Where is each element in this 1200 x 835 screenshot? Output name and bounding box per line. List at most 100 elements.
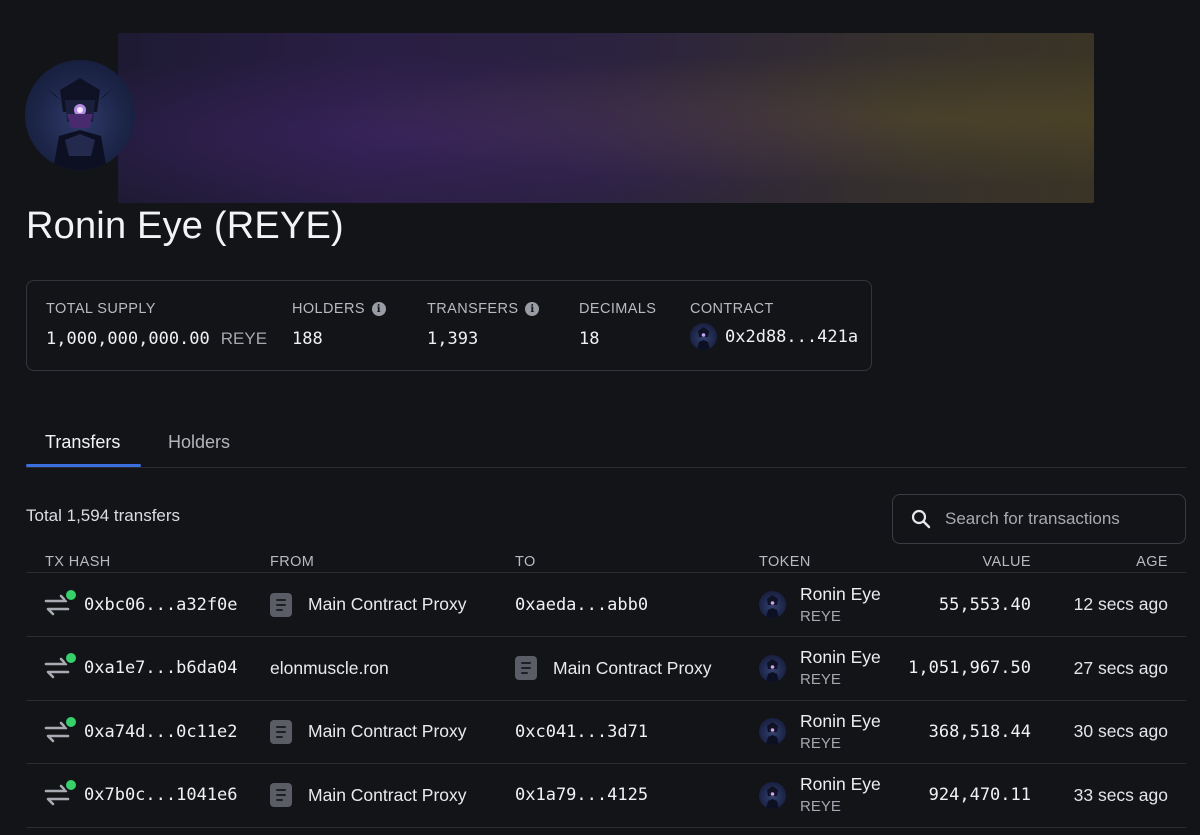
token-avatar-small (759, 654, 786, 682)
header-token: TOKEN (759, 554, 811, 570)
search-icon (911, 509, 931, 529)
token-symbol: REYE (800, 798, 841, 815)
from-address-link[interactable]: elonmuscle.ron (270, 658, 389, 679)
stat-label: HOLDERS (292, 301, 365, 317)
tx-hash-link[interactable]: 0xa1e7...b6da04 (84, 658, 238, 678)
tx-hash-link[interactable]: 0x7b0c...1041e6 (84, 785, 238, 805)
token-symbol: REYE (800, 734, 841, 752)
table-row[interactable]: 0x7b0c...1041e6 Main Contract Proxy 0x1a79… (26, 764, 1186, 828)
stat-label: CONTRACT (690, 301, 774, 317)
token-name: Ronin Eye (800, 710, 881, 731)
tab-transfers[interactable]: Transfers (45, 432, 120, 453)
cell-tx-hash: 0xa1e7...b6da04 (26, 637, 238, 700)
success-status-dot (64, 714, 78, 729)
success-status-dot (64, 651, 78, 665)
transfer-icon (44, 587, 78, 616)
token-symbol: REYE (800, 671, 841, 688)
contract-address-link[interactable]: 0x2d88...421a (725, 327, 858, 347)
table-row[interactable]: 0xa74d...0c11e2 Main Contract Proxy 0xc041… (26, 700, 1186, 764)
token-page: Ronin Eye (REYE) TOTAL SUPPLY 1,000,000,… (0, 0, 1200, 835)
to-address-link[interactable]: 0xc041...3d71 (515, 722, 648, 742)
stat-transfers: TRANSFERS i 1,393 (427, 301, 540, 349)
header-tx-hash: TX HASH (45, 554, 111, 570)
token-avatar-small (759, 781, 786, 809)
tab-holders[interactable]: Holders (168, 432, 230, 453)
cell-value: 368,518.44 (928, 721, 1031, 742)
tx-hash-link[interactable]: 0xa74d...0c11e2 (84, 722, 238, 742)
search-input[interactable] (943, 508, 1167, 530)
stat-label: DECIMALS (579, 301, 657, 317)
token-banner (118, 33, 1094, 203)
contract-icon (515, 656, 537, 680)
stat-decimals: DECIMALS 18 (579, 301, 656, 349)
header-from: FROM (270, 554, 315, 570)
stat-label: TOTAL SUPPLY (46, 301, 156, 317)
active-tab-indicator (26, 464, 141, 467)
cell-age: 27 secs ago (1073, 657, 1168, 678)
cell-age: 33 secs ago (1073, 784, 1168, 805)
samurai-logo-icon (697, 327, 710, 350)
token-avatar-small (759, 591, 786, 618)
token-symbol: REYE (800, 607, 841, 625)
token-avatar-small (690, 323, 717, 350)
cell-to: 0xaeda...abb0 (515, 573, 648, 636)
token-stats-card: TOTAL SUPPLY 1,000,000,000.00 REYE HOLDE… (26, 280, 872, 371)
tx-hash-link[interactable]: 0xbc06...a32f0e (84, 595, 238, 615)
transfer-icon (44, 778, 78, 806)
contract-icon (270, 719, 292, 744)
cell-tx-hash: 0x7b0c...1041e6 (26, 764, 238, 827)
transfers-value: 1,393 (427, 329, 479, 349)
transfer-icon (44, 714, 78, 743)
to-address-link[interactable]: 0xaeda...abb0 (515, 595, 648, 615)
decimals-value: 18 (579, 329, 600, 349)
stat-holders: HOLDERS i 188 (292, 301, 386, 349)
cell-to: Main Contract Proxy (515, 637, 712, 700)
cell-to: 0xc041...3d71 (515, 700, 648, 763)
success-status-dot (64, 587, 78, 602)
total-supply-unit: REYE (220, 329, 268, 348)
cell-token[interactable]: Ronin Eye REYE (759, 637, 881, 700)
info-icon[interactable]: i (525, 302, 540, 316)
cell-to: 0x1a79...4125 (515, 764, 648, 827)
stat-total-supply: TOTAL SUPPLY 1,000,000,000.00 REYE (46, 301, 267, 349)
cell-tx-hash: 0xa74d...0c11e2 (26, 700, 238, 763)
table-header: TX HASH FROM TO TOKEN VALUE AGE (26, 554, 1186, 573)
cell-from: Main Contract Proxy (270, 573, 467, 636)
token-name: Ronin Eye (800, 774, 881, 794)
cell-token[interactable]: Ronin Eye REYE (759, 764, 881, 827)
token-name: Ronin Eye (800, 583, 881, 604)
from-address-link[interactable]: Main Contract Proxy (308, 721, 467, 742)
token-name: Ronin Eye (800, 647, 881, 667)
tab-bar: Transfers Holders (26, 418, 1186, 468)
header-age: AGE (1136, 554, 1168, 570)
transfer-icon (44, 651, 78, 679)
cell-value: 55,553.40 (938, 594, 1031, 615)
cell-age: 12 secs ago (1073, 594, 1168, 614)
header-to: TO (515, 554, 536, 570)
stat-contract: CONTRACT 0x2d88...421a (690, 301, 858, 350)
cell-token[interactable]: Ronin Eye REYE (759, 700, 881, 763)
contract-icon (270, 783, 292, 807)
cell-from: elonmuscle.ron (270, 637, 389, 700)
header-value: VALUE (982, 554, 1031, 570)
table-row[interactable]: 0xbc06...a32f0e Main Contract Proxy 0xaeda… (26, 573, 1186, 637)
info-icon[interactable]: i (371, 302, 386, 316)
cell-tx-hash: 0xbc06...a32f0e (26, 573, 238, 636)
from-address-link[interactable]: Main Contract Proxy (308, 785, 467, 806)
token-avatar-small (759, 718, 786, 745)
to-address-link[interactable]: Main Contract Proxy (553, 658, 712, 679)
page-title: Ronin Eye (REYE) (26, 205, 344, 247)
success-status-dot (64, 778, 78, 792)
search-box[interactable] (892, 494, 1186, 544)
to-address-link[interactable]: 0x1a79...4125 (515, 785, 648, 805)
cell-from: Main Contract Proxy (270, 700, 467, 763)
samurai-logo-icon (47, 78, 113, 170)
from-address-link[interactable]: Main Contract Proxy (308, 594, 467, 615)
token-avatar (25, 60, 135, 170)
cell-token[interactable]: Ronin Eye REYE (759, 573, 881, 636)
cell-age: 30 secs ago (1073, 721, 1168, 741)
stat-label: TRANSFERS (427, 301, 519, 317)
cell-from: Main Contract Proxy (270, 764, 467, 827)
cell-value: 924,470.11 (928, 785, 1031, 805)
table-row[interactable]: 0xa1e7...b6da04 elonmuscle.ron Main Contra… (26, 637, 1186, 701)
